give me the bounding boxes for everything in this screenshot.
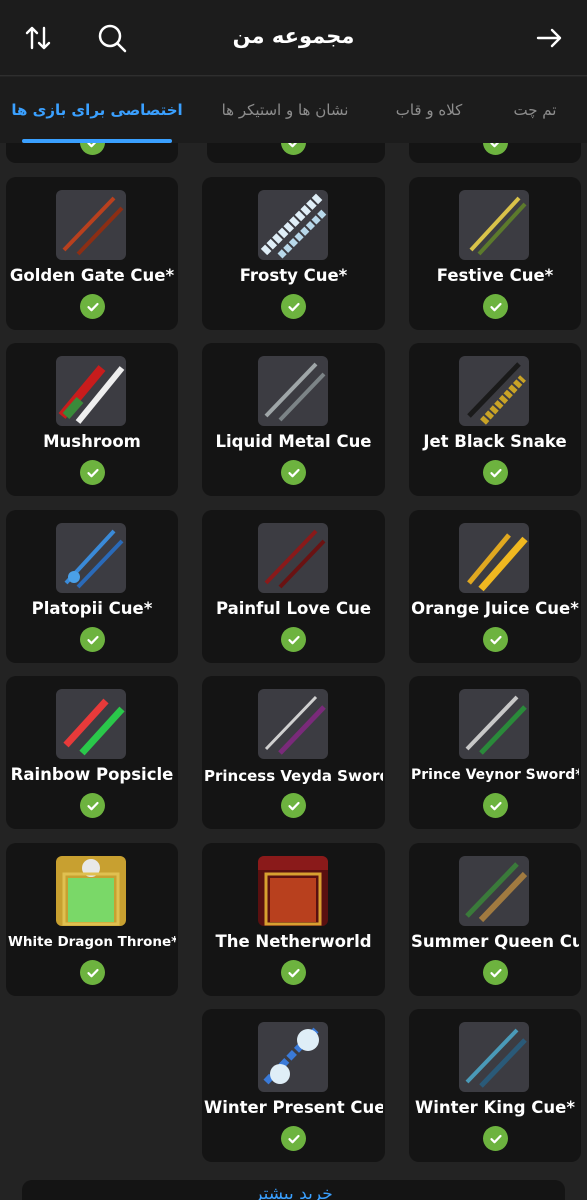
princess-veyda-sword-icon bbox=[258, 689, 328, 759]
owned-check-icon bbox=[483, 793, 508, 818]
winter-king-cue-icon bbox=[459, 1022, 529, 1092]
item-card-rainbow-popsicle[interactable]: Rainbow Popsicle bbox=[6, 676, 178, 829]
prince-veynor-sword-icon bbox=[459, 689, 529, 759]
item-name: White Dragon Throne* bbox=[8, 934, 176, 950]
item-card-the-netherworld[interactable]: The Netherworld bbox=[202, 843, 385, 996]
owned-check-icon bbox=[483, 294, 508, 319]
owned-check-icon bbox=[483, 1126, 508, 1151]
item-name: Golden Gate Cue* bbox=[9, 266, 175, 285]
item-card-mushroom[interactable]: Mushroom bbox=[6, 343, 178, 496]
owned-check-icon bbox=[80, 294, 105, 319]
item-name: Princess Veyda Sword bbox=[204, 767, 383, 785]
buy-more-label: خرید بیشتر bbox=[254, 1184, 333, 1200]
item-card-prince-veynor-sword[interactable]: Prince Veynor Sword* bbox=[409, 676, 581, 829]
item-name: Painful Love Cue bbox=[215, 599, 372, 618]
owned-check-icon bbox=[281, 1126, 306, 1151]
item-name: Festive Cue* bbox=[436, 266, 554, 285]
golden-gate-cue-icon bbox=[56, 190, 126, 260]
mushroom-cue-icon bbox=[56, 356, 126, 426]
white-dragon-throne-icon bbox=[56, 856, 126, 926]
tab-label: کلاه و قاب bbox=[395, 101, 463, 119]
item-name: Frosty Cue* bbox=[239, 266, 348, 285]
owned-check-icon bbox=[483, 143, 508, 155]
owned-check-icon bbox=[281, 960, 306, 985]
item-name: Prince Veynor Sword* bbox=[411, 767, 579, 783]
frosty-cue-icon bbox=[258, 190, 328, 260]
festive-cue-icon bbox=[459, 190, 529, 260]
top-bar: مجموعه من bbox=[0, 0, 587, 76]
item-card-jet-black-snake[interactable]: Jet Black Snake bbox=[409, 343, 581, 496]
item-card-white-dragon-throne[interactable]: White Dragon Throne* bbox=[6, 843, 178, 996]
item-card-partial[interactable] bbox=[409, 143, 581, 163]
item-name: Platopii Cue* bbox=[31, 599, 153, 618]
rainbow-popsicle-icon bbox=[56, 689, 126, 759]
owned-check-icon bbox=[80, 793, 105, 818]
page-title: مجموعه من bbox=[232, 24, 355, 48]
owned-check-icon bbox=[80, 143, 105, 155]
owned-check-icon bbox=[483, 460, 508, 485]
item-card-winter-king-cue[interactable]: Winter King Cue* bbox=[409, 1009, 581, 1162]
tab-exclusive-games[interactable]: اختصاصی برای بازی ها bbox=[11, 77, 183, 143]
item-card-summer-queen-cue[interactable]: Summer Queen Cue* bbox=[409, 843, 581, 996]
item-name: Winter King Cue* bbox=[415, 1098, 575, 1117]
item-card-golden-gate-cue[interactable]: Golden Gate Cue* bbox=[6, 177, 178, 330]
buy-more-button[interactable]: خرید بیشتر bbox=[22, 1180, 565, 1200]
item-card-partial[interactable] bbox=[207, 143, 385, 163]
orange-juice-cue-icon bbox=[459, 523, 529, 593]
owned-check-icon bbox=[281, 294, 306, 319]
owned-check-icon bbox=[80, 460, 105, 485]
tab-hats-frames[interactable]: کلاه و قاب bbox=[384, 77, 474, 143]
item-card-winter-present-cue[interactable]: Winter Present Cue* bbox=[202, 1009, 385, 1162]
item-card-liquid-metal-cue[interactable]: Liquid Metal Cue bbox=[202, 343, 385, 496]
item-name: Summer Queen Cue* bbox=[411, 932, 579, 951]
category-tabs: اختصاصی برای بازی ها نشان ها و استیکر ها… bbox=[0, 77, 587, 143]
item-name: Rainbow Popsicle bbox=[10, 765, 174, 784]
items-grid: Festive Cue* Frosty Cue* Golden Gate Cue… bbox=[0, 143, 587, 1200]
owned-check-icon bbox=[80, 627, 105, 652]
platopii-cue-icon bbox=[56, 523, 126, 593]
item-name: Jet Black Snake bbox=[423, 432, 567, 451]
tab-label: تم چت bbox=[513, 101, 557, 119]
painful-love-cue-icon bbox=[258, 523, 328, 593]
item-name: Winter Present Cue* bbox=[204, 1098, 383, 1117]
owned-check-icon bbox=[483, 627, 508, 652]
owned-check-icon bbox=[281, 793, 306, 818]
item-card-festive-cue[interactable]: Festive Cue* bbox=[409, 177, 581, 330]
item-name: Mushroom bbox=[43, 432, 141, 451]
owned-check-icon bbox=[483, 960, 508, 985]
liquid-metal-cue-icon bbox=[258, 356, 328, 426]
item-name: Liquid Metal Cue bbox=[215, 432, 372, 451]
netherworld-table-icon bbox=[258, 856, 328, 926]
item-card-partial[interactable] bbox=[6, 143, 178, 163]
owned-check-icon bbox=[281, 627, 306, 652]
tab-label: اختصاصی برای بازی ها bbox=[11, 101, 183, 119]
arrow-right-icon[interactable] bbox=[531, 20, 567, 56]
item-name: Orange Juice Cue* bbox=[411, 599, 579, 618]
item-card-platopii-cue[interactable]: Platopii Cue* bbox=[6, 510, 178, 663]
item-card-frosty-cue[interactable]: Frosty Cue* bbox=[202, 177, 385, 330]
item-card-orange-juice-cue[interactable]: Orange Juice Cue* bbox=[409, 510, 581, 663]
owned-check-icon bbox=[281, 143, 306, 155]
tab-badges-stickers[interactable]: نشان ها و استیکر ها bbox=[210, 77, 360, 143]
tab-label: نشان ها و استیکر ها bbox=[221, 101, 349, 119]
owned-check-icon bbox=[281, 460, 306, 485]
item-name: The Netherworld bbox=[215, 932, 372, 951]
owned-check-icon bbox=[80, 960, 105, 985]
tab-chat-theme[interactable]: تم چت bbox=[500, 77, 570, 143]
item-card-princess-veyda-sword[interactable]: Princess Veyda Sword bbox=[202, 676, 385, 829]
jet-black-snake-icon bbox=[459, 356, 529, 426]
item-card-painful-love-cue[interactable]: Painful Love Cue bbox=[202, 510, 385, 663]
summer-queen-cue-icon bbox=[459, 856, 529, 926]
winter-present-cue-icon bbox=[258, 1022, 328, 1092]
